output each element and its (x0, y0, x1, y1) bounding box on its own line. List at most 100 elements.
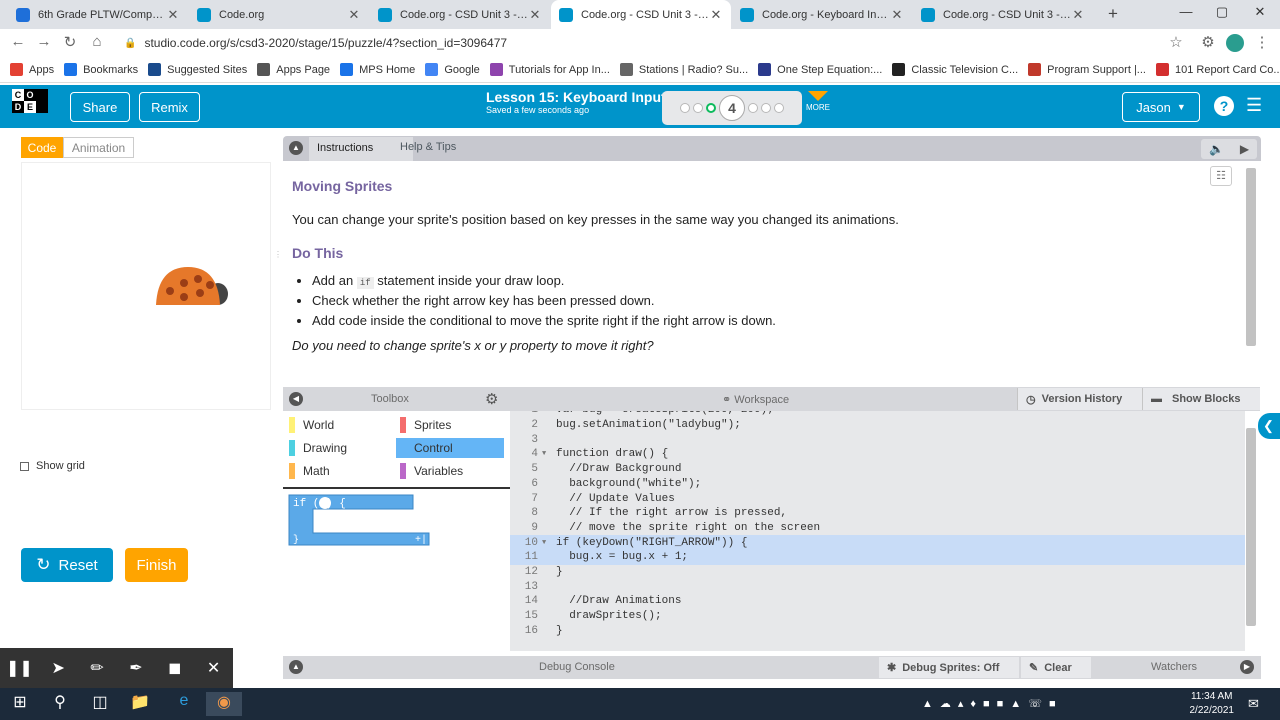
browser-tab[interactable]: Code.org ✕ (189, 0, 369, 29)
puzzle-bubble[interactable] (680, 103, 690, 113)
toolbox-category-world[interactable]: World (285, 415, 393, 435)
code-line[interactable]: 16} (510, 624, 1245, 639)
code-line[interactable]: 5 //Draw Background (510, 462, 1245, 477)
bookmark-item[interactable]: Classic Television C... (892, 63, 1018, 76)
pause-icon[interactable]: ❚❚ (0, 658, 39, 678)
notifications-icon[interactable]: ✉ (1248, 696, 1259, 712)
minimize-button[interactable]: — (1176, 4, 1196, 24)
finish-button[interactable]: Finish (125, 548, 188, 582)
code-line[interactable]: 15 drawSprites(); (510, 609, 1245, 624)
code-line[interactable]: 8 // If the right arrow is pressed, (510, 506, 1245, 521)
toolbox-category-drawing[interactable]: Drawing (285, 438, 393, 458)
maximize-button[interactable]: ▢ (1212, 4, 1232, 24)
user-menu-button[interactable]: Jason ▼ (1122, 92, 1200, 122)
bookmark-item[interactable]: Stations | Radio? Su... (619, 63, 748, 76)
bookmark-item[interactable]: MPS Home (340, 63, 415, 76)
back-icon[interactable]: ← (8, 33, 28, 53)
code-line[interactable]: 2 bug.setAnimation("ladybug"); (510, 418, 1245, 433)
bookmark-item[interactable]: 101 Report Card Co... (1155, 63, 1280, 76)
speaker-icon[interactable]: 🔈 (1209, 142, 1224, 156)
tab-close-icon[interactable]: ✕ (709, 7, 723, 23)
code-line[interactable]: 6 background("white"); (510, 477, 1245, 492)
code-line[interactable]: 1 var bug = createSprite(200, 200); (510, 411, 1245, 418)
hamburger-menu-icon[interactable]: ☰ (1246, 95, 1266, 115)
forward-icon[interactable]: → (34, 33, 54, 53)
remix-button[interactable]: Remix (139, 92, 200, 122)
puzzle-bubble[interactable] (774, 103, 784, 113)
puzzle-bubble[interactable] (748, 103, 758, 113)
editor-scrollbar[interactable] (1246, 428, 1256, 626)
star-icon[interactable]: ☆ (1166, 33, 1186, 53)
system-clock[interactable]: 11:34 AM 2/22/2021 (1190, 690, 1235, 718)
tab-help-tips[interactable]: Help & Tips (400, 141, 456, 153)
if-block[interactable]: if ( ) { } +| (283, 489, 510, 559)
play-icon[interactable]: ▶ (1240, 142, 1249, 156)
camera-icon[interactable]: ◼ (155, 658, 194, 678)
reload-icon[interactable]: ↻ (60, 33, 80, 53)
windows-start-icon[interactable]: ⊞ (2, 692, 38, 716)
system-tray-icons[interactable]: ▲☁▴♦■■▲☏■ (922, 697, 1063, 710)
share-button[interactable]: Share (70, 92, 130, 122)
instructions-scrollbar[interactable] (1246, 168, 1256, 346)
pen-icon[interactable]: ✏ (78, 658, 117, 678)
help-icon[interactable]: ? (1214, 96, 1234, 116)
puzzle-bubble[interactable] (761, 103, 771, 113)
chrome-browser-icon[interactable]: ◉ (206, 692, 242, 716)
browser-tab[interactable]: 6th Grade PLTW/Computer S✕ (8, 0, 188, 29)
puzzle-bubble[interactable] (693, 103, 703, 113)
codeorg-logo[interactable]: C O D E (12, 89, 48, 125)
close-window-button[interactable]: ✕ (1250, 4, 1270, 24)
collapse-right-icon[interactable]: ▶ (1240, 660, 1254, 674)
extensions-icon[interactable]: ⚙ (1198, 33, 1218, 53)
tab-instructions[interactable]: Instructions (309, 137, 413, 161)
expand-panel-icon[interactable]: ❮ (1258, 413, 1280, 439)
bookmark-item[interactable]: Program Support |... (1028, 63, 1146, 76)
code-line[interactable]: 12} (510, 565, 1245, 580)
task-view-icon[interactable]: ◫ (82, 692, 118, 716)
collapse-left-icon[interactable]: ◀ (289, 392, 303, 406)
bookmark-item[interactable]: Apps Page (257, 63, 330, 76)
code-line[interactable]: 11 bug.x = bug.x + 1; (510, 550, 1245, 565)
fold-arrow-icon[interactable]: ▼ (542, 539, 552, 547)
browser-tab[interactable]: Code.org - CSD Unit 3 - Inte ✕ (913, 0, 1093, 29)
code-line[interactable]: 4 ▼ function draw() { (510, 447, 1245, 462)
browser-menu-icon[interactable]: ⋮ (1252, 33, 1272, 53)
bookmark-item[interactable]: Apps (10, 63, 54, 76)
collapse-icon[interactable]: ▲ (289, 141, 303, 155)
search-icon[interactable]: ⚲ (42, 692, 78, 716)
debug-sprites-button[interactable]: ✱ Debug Sprites: Off (879, 657, 1019, 678)
tab-close-icon[interactable]: ✕ (1071, 7, 1085, 23)
browser-tab[interactable]: Code.org - Keyboard Input P ✕ (732, 0, 912, 29)
gear-icon[interactable]: ⚙ (485, 390, 498, 408)
fold-arrow-icon[interactable]: ▼ (542, 450, 552, 458)
highlighter-icon[interactable]: ✒ (116, 658, 155, 678)
code-line[interactable]: 9 // move the sprite right on the screen (510, 521, 1245, 536)
file-explorer-icon[interactable]: 📁 (122, 692, 158, 716)
toolbox-category-control[interactable]: Control (396, 438, 504, 458)
show-grid-checkbox[interactable] (20, 461, 29, 471)
code-line[interactable]: 14 //Draw Animations (510, 594, 1245, 609)
puzzle-bubble-complete[interactable] (706, 103, 716, 113)
version-history-button[interactable]: ◷ Version History (1017, 388, 1142, 410)
tab-close-icon[interactable]: ✕ (347, 7, 361, 23)
profile-avatar[interactable] (1226, 34, 1244, 52)
animation-toggle[interactable]: Animation (63, 137, 134, 158)
expand-up-icon[interactable]: ▲ (289, 660, 303, 674)
edge-browser-icon[interactable]: e (166, 692, 202, 716)
code-editor[interactable]: 1 var bug = createSprite(200, 200); 2 bug.s… (510, 411, 1245, 651)
code-line[interactable]: 7 // Update Values (510, 491, 1245, 506)
bookmark-item[interactable]: Google (425, 63, 480, 76)
more-button[interactable]: MORE (806, 91, 830, 112)
tab-close-icon[interactable]: ✕ (166, 7, 180, 23)
new-tab-button[interactable]: + (1104, 4, 1122, 24)
bookmark-item[interactable]: Tutorials for App In... (489, 63, 610, 76)
clear-button[interactable]: ✎ Clear (1021, 657, 1091, 678)
code-toggle[interactable]: Code (21, 137, 63, 158)
tab-close-icon[interactable]: ✕ (890, 7, 904, 23)
pointer-icon[interactable]: ➤ (39, 658, 78, 678)
browser-tab[interactable]: Code.org - CSD Unit 3 - Inte ✕ (551, 0, 731, 29)
show-grid-toggle[interactable]: Show grid (20, 460, 85, 472)
close-icon[interactable]: ✕ (194, 658, 233, 678)
bookmark-item[interactable]: Suggested Sites (148, 63, 247, 76)
code-line[interactable]: 13 (510, 579, 1245, 594)
